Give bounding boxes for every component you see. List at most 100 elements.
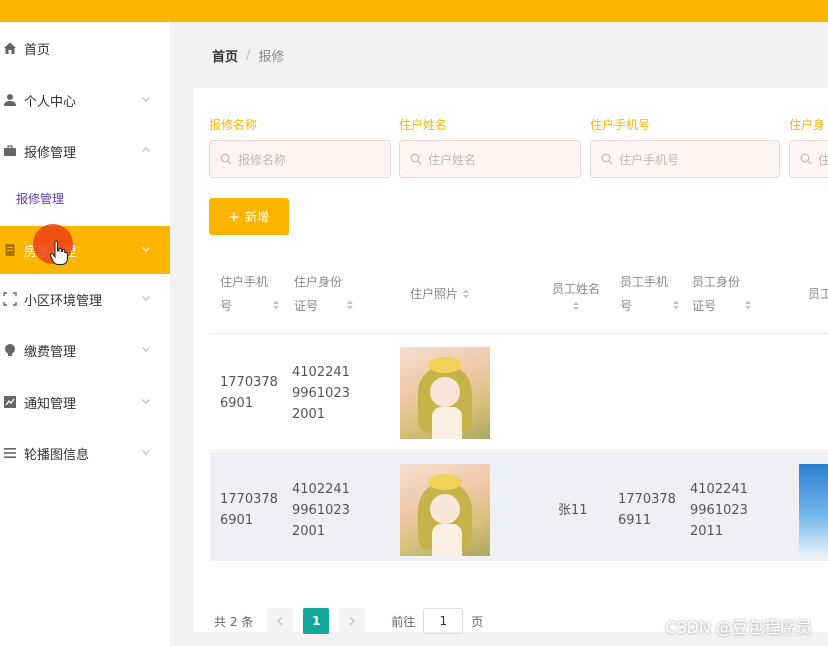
search-input-resident-name[interactable]: 住户姓名: [399, 140, 581, 178]
sort-icon[interactable]: [346, 300, 354, 310]
content-card: 报修名称 住户姓名 住户手机号 住户身 报修名称 住户姓名 住户手机号 住 新增: [194, 88, 828, 634]
search-label-resident-phone: 住户手机号: [590, 118, 651, 132]
search-placeholder: 报修名称: [238, 152, 287, 167]
submenu-item-repair-management[interactable]: 报修管理: [0, 178, 170, 218]
column-header-resident-id[interactable]: 住户身份 证号: [294, 254, 370, 334]
chevron-down-icon: [142, 347, 150, 352]
list-icon: [2, 445, 18, 461]
cell-staff-name: 张11: [558, 502, 588, 518]
add-button-label: 新增: [244, 210, 269, 224]
table-row[interactable]: 1770378 6901 4102241 9961023 2001: [210, 335, 828, 451]
breadcrumb-current: 报修: [258, 50, 285, 65]
search-placeholder: 住户手机号: [619, 152, 680, 167]
sidebar-item-label: 轮播图信息: [24, 447, 90, 463]
sidebar-item-carousel-info[interactable]: 轮播图信息: [0, 431, 170, 475]
sidebar-item-label: 通知管理: [24, 396, 77, 412]
briefcase-icon: [2, 143, 18, 159]
cell-resident-id: 4102241 9961023 2001: [292, 364, 350, 422]
chevron-left-icon: [277, 616, 283, 626]
chevron-down-icon: [142, 97, 150, 102]
column-header-staff-phone[interactable]: 员工手机 号: [620, 254, 684, 334]
table-header: 住户手机 号 住户身份 证号 住户照片 员工姓名 员工手机 号 员工身份 证号 …: [210, 254, 828, 334]
sort-icon[interactable]: [572, 301, 580, 311]
prev-page-button[interactable]: [267, 608, 294, 634]
search-icon: [220, 153, 232, 165]
cell-staff-id: [690, 335, 766, 451]
search-input-repair-name[interactable]: 报修名称: [209, 140, 391, 178]
column-header-staff-name[interactable]: 员工姓名: [546, 254, 606, 334]
sidebar: 首页 个人中心 报修管理 报修管理 房屋管理 小区环境管理: [0, 22, 170, 646]
chart-icon: [2, 394, 18, 410]
column-header-staff-id[interactable]: 员工身份 证号: [692, 254, 772, 334]
chevron-down-icon: [142, 399, 150, 404]
table-row[interactable]: 1770378 6901 4102241 9961023 2001 张11 17…: [210, 452, 828, 561]
sidebar-item-house-management[interactable]: 房屋管理: [0, 226, 170, 274]
submenu-item-label: 报修管理: [16, 191, 65, 206]
resident-photo-thumbnail[interactable]: [400, 464, 490, 556]
document-icon: [2, 242, 18, 258]
sidebar-item-personal-center[interactable]: 个人中心: [0, 78, 170, 122]
bulb-icon: [2, 342, 18, 358]
cell-staff-phone: [618, 335, 682, 451]
sidebar-item-label: 个人中心: [24, 94, 77, 110]
sidebar-item-environment-management[interactable]: 小区环境管理: [0, 277, 170, 321]
search-placeholder: 住户姓名: [428, 152, 477, 167]
chevron-down-icon: [142, 247, 150, 252]
column-header-staff-more[interactable]: 员工: [808, 254, 828, 334]
sort-icon[interactable]: [672, 300, 680, 310]
sidebar-item-label: 报修管理: [24, 145, 77, 161]
sort-icon[interactable]: [744, 300, 752, 310]
user-icon: [2, 92, 18, 108]
cell-staff-name: [558, 335, 618, 451]
watermark: CSDN @豆包程序员: [665, 618, 812, 637]
search-input-resident-id[interactable]: 住: [789, 140, 828, 178]
main-content: 首页 / 报修 报修名称 住户姓名 住户手机号 住户身 报修名称 住户姓名 住户…: [170, 22, 828, 646]
plus-icon: [229, 212, 239, 221]
home-icon: [2, 40, 18, 56]
sidebar-item-label: 缴费管理: [24, 344, 77, 360]
next-page-button[interactable]: [339, 608, 366, 634]
cell-staff-phone: 1770378 6911: [618, 492, 676, 528]
chevron-up-icon: [142, 147, 150, 152]
search-label-resident-name: 住户姓名: [399, 118, 448, 132]
page-suffix: 页: [471, 614, 484, 629]
chevron-down-icon: [142, 450, 150, 455]
sidebar-item-payment-management[interactable]: 缴费管理: [0, 328, 170, 372]
pagination: 共 2 条 1 前往 1 页: [214, 608, 483, 634]
cell-resident-phone: 1770378 6901: [220, 375, 278, 411]
data-table: 住户手机 号 住户身份 证号 住户照片 员工姓名 员工手机 号 员工身份 证号 …: [210, 254, 828, 561]
search-input-resident-phone[interactable]: 住户手机号: [590, 140, 780, 178]
sidebar-item-notice-management[interactable]: 通知管理: [0, 380, 170, 424]
breadcrumb: 首页 / 报修: [212, 46, 284, 65]
sidebar-item-label: 小区环境管理: [24, 293, 103, 309]
add-button[interactable]: 新增: [209, 198, 289, 235]
search-icon: [800, 153, 812, 165]
cell-staff-id: 4102241 9961023 2011: [690, 481, 748, 539]
search-icon: [601, 153, 613, 165]
cell-resident-id: 4102241 9961023 2001: [292, 481, 350, 539]
scan-icon: [2, 291, 18, 307]
top-bar: [0, 0, 828, 22]
sidebar-item-label: 首页: [24, 42, 51, 58]
cell-resident-phone: 1770378 6901: [220, 492, 278, 528]
sidebar-item-home[interactable]: 首页: [0, 26, 170, 70]
goto-page-input[interactable]: 1: [423, 608, 464, 634]
breadcrumb-separator: /: [246, 48, 251, 63]
breadcrumb-home[interactable]: 首页: [212, 46, 238, 65]
staff-photo-thumbnail[interactable]: [799, 464, 828, 556]
chevron-right-icon: [349, 616, 356, 626]
search-placeholder: 住: [818, 152, 828, 167]
sidebar-item-repair-management[interactable]: 报修管理: [0, 129, 170, 173]
page-number-button[interactable]: 1: [303, 608, 330, 634]
column-header-resident-phone[interactable]: 住户手机 号: [220, 254, 284, 334]
cell-staff-extra: [806, 335, 828, 451]
sort-icon[interactable]: [272, 300, 280, 310]
goto-label: 前往: [391, 614, 416, 629]
column-header-resident-photo[interactable]: 住户照片: [410, 254, 520, 334]
search-label-resident-id: 住户身: [789, 118, 826, 132]
resident-photo-thumbnail[interactable]: [400, 347, 490, 439]
pagination-total: 共 2 条: [214, 614, 254, 629]
search-label-repair-name: 报修名称: [209, 118, 258, 132]
sort-icon[interactable]: [462, 289, 470, 299]
chevron-down-icon: [142, 296, 150, 301]
